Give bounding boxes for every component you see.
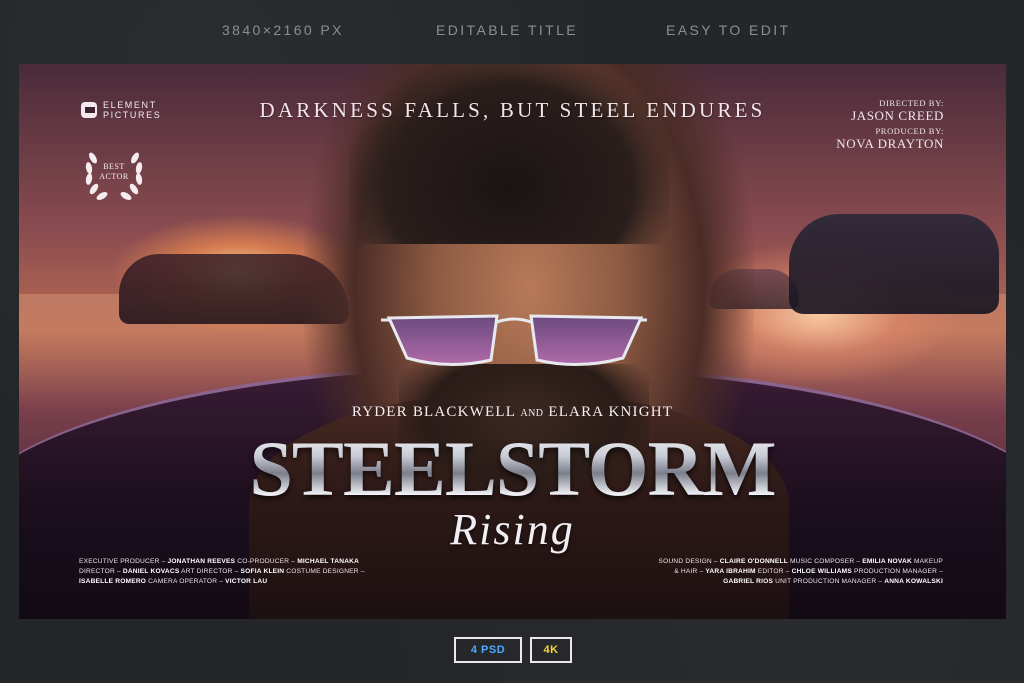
crew-name: EMILIA NOVAK xyxy=(862,558,912,565)
crew-name: SOFIA KLEIN xyxy=(240,568,285,575)
crew-role: CAMERA OPERATOR – xyxy=(146,578,226,585)
crew-name: ANNA KOWALSKI xyxy=(884,578,943,585)
sunglasses-image xyxy=(381,314,647,366)
actor-2: ELARA KNIGHT xyxy=(548,404,674,420)
top-credits: DIRECTED BY: JASON CREED PRODUCED BY: NO… xyxy=(836,98,944,154)
crew-name: CLAIRE O'DONNELL xyxy=(719,558,788,565)
crew-role: ART DIRECTOR – xyxy=(179,568,241,575)
movie-poster: ELEMENT PICTURES BEST ACTOR DARKNESS FAL xyxy=(19,64,1006,619)
easy-to-edit-label: EASY TO EDIT xyxy=(666,22,791,38)
psd-badge: 4 PSD xyxy=(454,637,522,663)
crew-name: YARA IBRAHIM xyxy=(705,568,756,575)
crew-role: EXECUTIVE PRODUCER – xyxy=(79,558,168,565)
crew-role: CO-PRODUCER – xyxy=(235,558,298,565)
format-badges: 4 PSD 4K xyxy=(454,637,572,663)
crew-name: ISABELLE ROMERO xyxy=(79,578,147,585)
crew-name: CHLOE WILLIAMS xyxy=(791,568,852,575)
crew-credits-left: EXECUTIVE PRODUCER – JONATHAN REEVES CO-… xyxy=(79,557,379,587)
starring-line: RYDER BLACKWELL AND ELARA KNIGHT xyxy=(19,404,1006,421)
crew-name: GABRIEL RIOS xyxy=(723,578,774,585)
actor-and: AND xyxy=(520,408,544,419)
award-line1: BEST xyxy=(103,162,125,171)
producer-name: NOVA DRAYTON xyxy=(836,136,944,151)
crew-role: UNIT PRODUCTION MANAGER – xyxy=(773,578,885,585)
produced-by-label: PRODUCED BY: xyxy=(875,126,944,136)
crew-role: EDITOR – xyxy=(755,568,792,575)
crew-role: DIRECTOR – xyxy=(79,568,123,575)
editable-title-label: EDITABLE TITLE xyxy=(436,22,579,38)
award-line2: ACTOR xyxy=(99,172,129,181)
crew-role: PRODUCTION MANAGER – xyxy=(851,568,943,575)
car-right-image xyxy=(789,214,999,314)
movie-title: STEELSTORM xyxy=(19,426,1006,512)
crew-role: COSTUME DESIGNER – xyxy=(284,568,365,575)
movie-subtitle: Rising xyxy=(450,505,575,554)
hero-hair-image xyxy=(349,64,669,244)
resolution-label: 3840×2160 PX xyxy=(222,22,344,38)
crew-name: VICTOR LAU xyxy=(225,578,268,585)
crew-name: DANIEL KOVACS xyxy=(122,568,180,575)
director-name: JASON CREED xyxy=(851,108,944,123)
crew-name: MICHAEL TANAKA xyxy=(297,558,360,565)
crew-role: MAKEUP xyxy=(911,558,943,565)
directed-by-label: DIRECTED BY: xyxy=(879,98,944,108)
resolution-badge: 4K xyxy=(530,637,572,663)
crew-role: SOUND DESIGN – xyxy=(658,558,720,565)
award-laurel: BEST ACTOR xyxy=(79,144,149,204)
crew-role: MUSIC COMPOSER – xyxy=(787,558,863,565)
crew-name: JONATHAN REEVES xyxy=(167,558,236,565)
crew-credits-right: SOUND DESIGN – CLAIRE O'DONNELL MUSIC CO… xyxy=(643,557,943,587)
crew-role: & HAIR – xyxy=(674,568,706,575)
actor-1: RYDER BLACKWELL xyxy=(351,404,516,420)
top-info-bar: 3840×2160 PX EDITABLE TITLE EASY TO EDIT xyxy=(0,22,1024,46)
